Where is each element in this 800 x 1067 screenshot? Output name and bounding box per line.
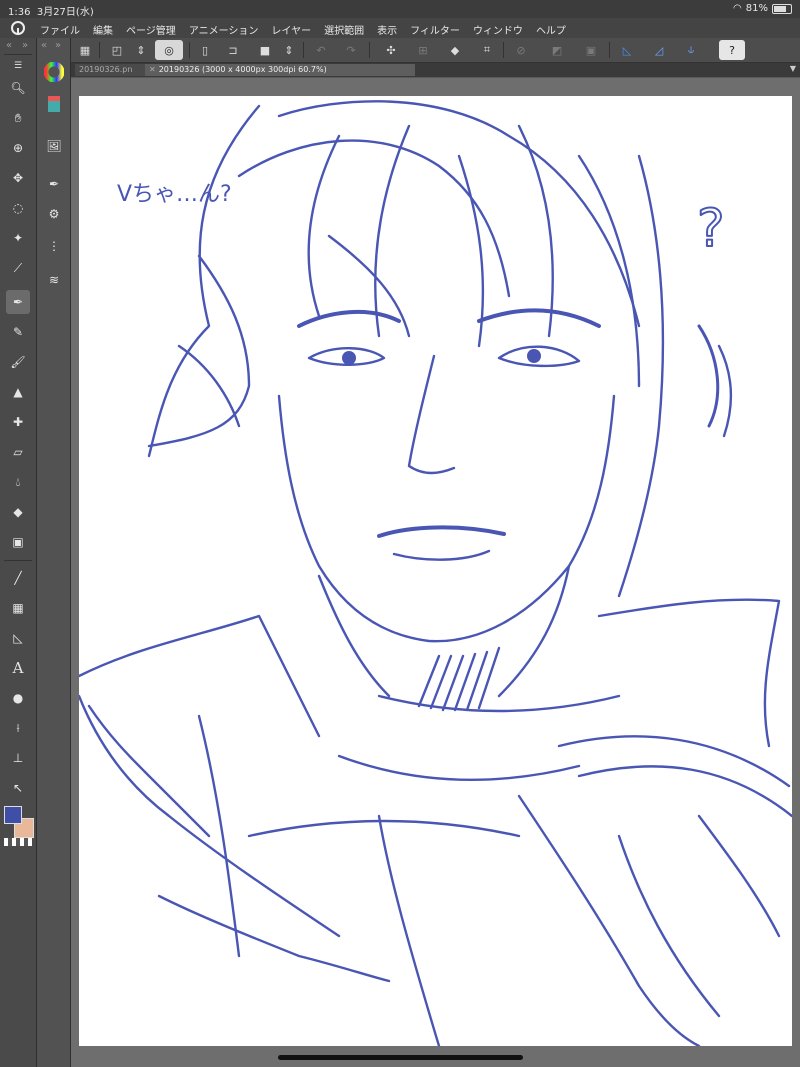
snap-ruler-icon[interactable]: ◺ xyxy=(617,40,637,60)
clear-icon[interactable]: ✣ xyxy=(381,40,401,60)
redo-icon[interactable]: ↷ xyxy=(341,40,361,60)
lasso-icon[interactable]: ◌ xyxy=(6,196,30,220)
eraser-icon[interactable]: ▱ xyxy=(6,440,30,464)
new-file-icon[interactable]: ◰ xyxy=(107,40,127,60)
close-tab-icon[interactable]: ✕ xyxy=(149,65,156,74)
main-color-swatch[interactable] xyxy=(4,806,22,824)
menu-bar: ファイル 編集 ページ管理 アニメーション レイヤー 選択範囲 表示 フィルター… xyxy=(0,18,800,39)
menu-edit[interactable]: 編集 xyxy=(93,22,113,37)
collapse-left-icon[interactable]: « xyxy=(6,40,12,52)
status-date: 3月27日(水) xyxy=(36,7,94,18)
brush-icon[interactable]: 🖌︎ xyxy=(6,350,30,374)
stepper-icon[interactable]: ⇕ xyxy=(279,40,299,60)
status-time: 1:36 xyxy=(8,7,31,18)
color-set-icon[interactable] xyxy=(42,92,66,116)
palette-panel: « » 🖼︎ ✒︎ ⚙︎ ⋮ ≋ xyxy=(37,38,71,1067)
pencil-icon[interactable]: ✎ xyxy=(6,320,30,344)
menu-animation[interactable]: アニメーション xyxy=(189,22,259,37)
menu-view[interactable]: 表示 xyxy=(377,22,397,37)
layer-icon[interactable]: ≋ xyxy=(42,268,66,292)
tab-png[interactable]: 20190326.pn xyxy=(75,64,149,76)
undo-icon[interactable]: ↶ xyxy=(311,40,331,60)
help-icon[interactable]: ? xyxy=(719,40,745,60)
open-icon[interactable]: ⊐ xyxy=(223,40,243,60)
handwritten-note: Vちゃ…ん? xyxy=(117,182,232,207)
menu-selection[interactable]: 選択範囲 xyxy=(324,22,364,37)
tab-current[interactable]: ✕ 20190326 (3000 x 4000px 300dpi 60.7%) xyxy=(145,64,415,76)
tool-property-icon[interactable]: ⚙︎ xyxy=(42,202,66,226)
invert-selection-icon[interactable]: ◩ xyxy=(547,40,567,60)
hand-icon[interactable]: ✋︎ xyxy=(6,106,30,130)
command-bar: ▦ ◰ ⇕ ◎ ▯ ⊐ ■ ⇕ ↶ ↷ ✣ ⊞ ◆ ⌗ ⊘ ◩ ▣ ◺ ◿ ⫝ … xyxy=(71,38,800,63)
app-logo-icon[interactable] xyxy=(10,20,26,36)
operation-icon[interactable]: ⊕ xyxy=(6,136,30,160)
blend-icon[interactable]: 💧︎ xyxy=(6,470,30,494)
move-icon[interactable]: ✥ xyxy=(6,166,30,190)
ruler-icon[interactable]: ◺ xyxy=(6,626,30,650)
color-wheel-icon[interactable] xyxy=(42,60,66,84)
panel-menu-icon[interactable]: ☰ xyxy=(6,60,30,72)
tab-menu-icon[interactable]: ▼ xyxy=(790,64,796,73)
collapse-left-icon[interactable]: « xyxy=(41,40,47,52)
correction-icon[interactable]: ⟊ xyxy=(6,716,30,740)
menu-filter[interactable]: フィルター xyxy=(410,22,460,37)
menu-help[interactable]: ヘルプ xyxy=(536,22,566,37)
eyedropper-icon[interactable]: ⟋ xyxy=(6,256,30,280)
document-tabs: 20190326.pn ✕ 20190326 (3000 x 4000px 300… xyxy=(71,63,800,77)
clip-studio-icon[interactable]: ◎ xyxy=(155,40,183,60)
brush-size-icon[interactable]: ⋮ xyxy=(42,234,66,258)
sub-tool-detail-icon[interactable]: ✒︎ xyxy=(42,172,66,196)
save-icon[interactable]: ■ xyxy=(255,40,275,60)
menu-page[interactable]: ページ管理 xyxy=(126,22,176,37)
fill-icon[interactable]: ◆ xyxy=(6,500,30,524)
sketch-drawing: Vちゃ…ん? ? xyxy=(79,100,792,1046)
canvas-area[interactable]: Vちゃ…ん? ? xyxy=(71,78,800,1067)
menu-file[interactable]: ファイル xyxy=(40,22,80,37)
snap-grid-icon[interactable]: ⫝ xyxy=(681,40,701,60)
transparent-color-swatch[interactable] xyxy=(4,838,32,846)
airbrush-icon[interactable]: ▲ xyxy=(6,380,30,404)
tool-panel: « » ☰ 🔍︎ ✋︎ ⊕ ✥ ◌ ✦ ⟋ ✒︎ ✎ 🖌︎ ▲ ✚ ▱ 💧︎ ◆… xyxy=(0,38,37,1067)
clear-outside-icon[interactable]: ⊞ xyxy=(413,40,433,60)
text-icon[interactable]: A xyxy=(6,656,30,680)
select-icon[interactable]: ✦ xyxy=(6,226,30,250)
collapse-right-icon[interactable]: » xyxy=(22,40,28,52)
ios-status-bar: 1:36 3月27日(水) ◠ 81% xyxy=(0,0,800,18)
battery-icon xyxy=(772,3,792,14)
home-indicator[interactable] xyxy=(278,1055,523,1060)
grid-menu-icon[interactable]: ▦ xyxy=(75,40,95,60)
menu-layer[interactable]: レイヤー xyxy=(271,22,311,37)
line-icon[interactable]: ╱ xyxy=(6,566,30,590)
new-page-icon[interactable]: ▯ xyxy=(195,40,215,60)
collapse-right-icon[interactable]: » xyxy=(55,40,61,52)
battery-level: 81% xyxy=(745,3,768,14)
deselect-icon[interactable]: ⊘ xyxy=(511,40,531,60)
menu-window[interactable]: ウィンドウ xyxy=(473,22,523,37)
show-selection-icon[interactable]: ▣ xyxy=(581,40,601,60)
question-mark: ? xyxy=(697,199,725,259)
snap-special-ruler-icon[interactable]: ◿ xyxy=(649,40,669,60)
decoration-icon[interactable]: ✚ xyxy=(6,410,30,434)
pen-icon[interactable]: ✒︎ xyxy=(6,290,30,314)
fill-selection-icon[interactable]: ◆ xyxy=(445,40,465,60)
zoom-icon[interactable]: 🔍︎ xyxy=(6,76,30,100)
up-down-icon[interactable]: ⇕ xyxy=(131,40,151,60)
wifi-icon: ◠ xyxy=(733,3,742,14)
sub-tool-icon[interactable]: ⊥ xyxy=(6,746,30,770)
navigator-icon[interactable]: 🖼︎ xyxy=(42,134,66,158)
transform-icon[interactable]: ⌗ xyxy=(477,40,497,60)
frame-icon[interactable]: ▦ xyxy=(6,596,30,620)
balloon-icon[interactable]: ● xyxy=(6,686,30,710)
gradient-icon[interactable]: ▣ xyxy=(6,530,30,554)
arrow-icon[interactable]: ↖ xyxy=(6,776,30,800)
drawing-canvas[interactable]: Vちゃ…ん? ? xyxy=(79,96,792,1046)
